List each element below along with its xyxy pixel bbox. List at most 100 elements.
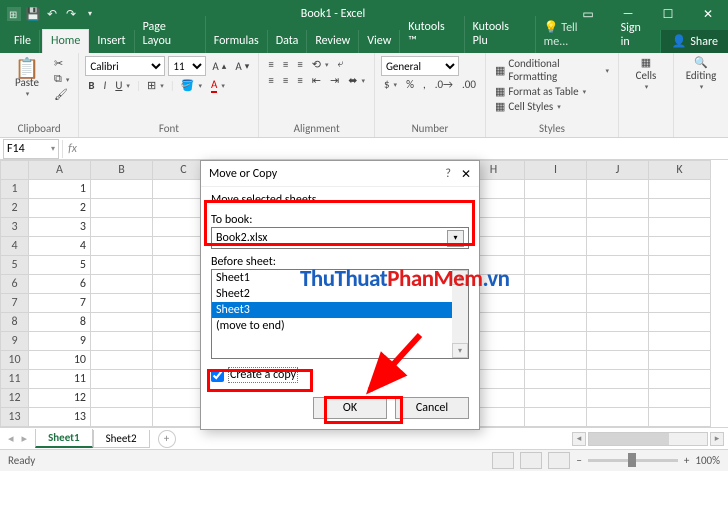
tab-home[interactable]: Home bbox=[42, 29, 89, 53]
row-header[interactable]: 6 bbox=[1, 275, 29, 294]
cell[interactable]: 4 bbox=[29, 237, 91, 256]
row-header[interactable]: 7 bbox=[1, 294, 29, 313]
sheet-nav-next[interactable]: ▸ bbox=[22, 432, 28, 445]
page-layout-view[interactable] bbox=[520, 452, 542, 469]
cell[interactable] bbox=[525, 275, 587, 294]
tab-view[interactable]: View bbox=[359, 30, 400, 53]
cell[interactable] bbox=[91, 389, 153, 408]
cell[interactable] bbox=[587, 199, 649, 218]
dialog-help-button[interactable]: ? bbox=[445, 167, 451, 181]
cell[interactable]: 12 bbox=[29, 389, 91, 408]
tell-me[interactable]: 💡 Tell me... bbox=[536, 16, 613, 53]
cell[interactable] bbox=[587, 389, 649, 408]
cell[interactable]: 9 bbox=[29, 332, 91, 351]
list-item[interactable]: Sheet2 bbox=[212, 286, 468, 302]
close-button[interactable]: ✕ bbox=[688, 0, 728, 28]
editing-button[interactable]: 🔍Editing▾ bbox=[680, 56, 722, 91]
cell[interactable] bbox=[587, 408, 649, 427]
cell[interactable] bbox=[649, 389, 711, 408]
sign-in[interactable]: Sign in bbox=[613, 17, 661, 53]
cell[interactable] bbox=[649, 408, 711, 427]
share-button[interactable]: 👤Share bbox=[660, 30, 728, 53]
cell[interactable] bbox=[649, 218, 711, 237]
cell[interactable] bbox=[91, 313, 153, 332]
cell[interactable] bbox=[649, 275, 711, 294]
cell[interactable] bbox=[525, 218, 587, 237]
cell[interactable] bbox=[525, 351, 587, 370]
decrease-indent[interactable]: ⇤ bbox=[309, 73, 324, 88]
row-header[interactable]: 12 bbox=[1, 389, 29, 408]
list-item[interactable]: Sheet1 bbox=[212, 270, 468, 286]
cell[interactable] bbox=[91, 180, 153, 199]
cell[interactable] bbox=[91, 408, 153, 427]
tab-formulas[interactable]: Formulas bbox=[206, 30, 268, 53]
column-header[interactable]: K bbox=[649, 161, 711, 180]
cell[interactable]: 7 bbox=[29, 294, 91, 313]
page-break-view[interactable] bbox=[548, 452, 570, 469]
font-size-select[interactable]: 11 bbox=[168, 56, 206, 76]
cell[interactable] bbox=[587, 332, 649, 351]
zoom-level[interactable]: 100% bbox=[695, 454, 720, 467]
scroll-right[interactable]: ▸ bbox=[710, 432, 724, 446]
cut-button[interactable]: ✂ bbox=[51, 56, 72, 71]
cell[interactable]: 3 bbox=[29, 218, 91, 237]
cell[interactable] bbox=[525, 332, 587, 351]
cell[interactable]: 6 bbox=[29, 275, 91, 294]
cell[interactable] bbox=[525, 389, 587, 408]
cell[interactable] bbox=[587, 370, 649, 389]
before-sheet-list[interactable]: Sheet1 Sheet2 Sheet3 (move to end) ▴▾ bbox=[211, 269, 469, 359]
save-icon[interactable]: 💾 bbox=[25, 6, 41, 22]
tab-insert[interactable]: Insert bbox=[89, 30, 134, 53]
column-header[interactable]: B bbox=[91, 161, 153, 180]
cell[interactable] bbox=[649, 351, 711, 370]
copy-button[interactable]: ⧉▾ bbox=[51, 71, 72, 87]
number-format-select[interactable]: General bbox=[381, 56, 459, 76]
cell[interactable] bbox=[525, 294, 587, 313]
cell[interactable] bbox=[587, 313, 649, 332]
list-item[interactable]: Sheet3 bbox=[212, 302, 468, 318]
row-header[interactable]: 1 bbox=[1, 180, 29, 199]
cell[interactable]: 10 bbox=[29, 351, 91, 370]
scroll-left[interactable]: ◂ bbox=[572, 432, 586, 446]
sheet-nav-prev[interactable]: ◂ bbox=[8, 432, 14, 445]
create-copy-checkbox[interactable]: Create a copy bbox=[211, 367, 469, 383]
align-bottom[interactable]: ≡ bbox=[294, 57, 305, 72]
paste-button[interactable]: 📋 Paste ▾ bbox=[6, 60, 48, 98]
tab-kutools[interactable]: Kutools ™ bbox=[400, 16, 464, 53]
conditional-formatting[interactable]: ▦ Conditional Formatting▾ bbox=[492, 56, 612, 84]
fill-color-button[interactable]: 🪣▾ bbox=[178, 78, 205, 93]
borders-button[interactable]: ⊞▾ bbox=[144, 78, 167, 93]
cell[interactable] bbox=[649, 370, 711, 389]
cell[interactable] bbox=[587, 256, 649, 275]
cell[interactable] bbox=[649, 256, 711, 275]
tab-data[interactable]: Data bbox=[268, 30, 308, 53]
cell[interactable] bbox=[91, 275, 153, 294]
row-header[interactable]: 3 bbox=[1, 218, 29, 237]
font-color-button[interactable]: A▾ bbox=[208, 77, 228, 94]
cell[interactable] bbox=[525, 237, 587, 256]
sheet-tab-1[interactable]: Sheet1 bbox=[35, 429, 93, 448]
column-header[interactable]: A bbox=[29, 161, 91, 180]
cell[interactable] bbox=[525, 199, 587, 218]
cell[interactable] bbox=[649, 313, 711, 332]
increase-decimal[interactable]: .0→ bbox=[432, 77, 456, 92]
qat-customize-icon[interactable]: ▾ bbox=[82, 6, 98, 22]
row-header[interactable]: 11 bbox=[1, 370, 29, 389]
row-header[interactable]: 10 bbox=[1, 351, 29, 370]
cell[interactable]: 13 bbox=[29, 408, 91, 427]
fx-button[interactable]: fx bbox=[62, 140, 82, 158]
row-header[interactable]: 4 bbox=[1, 237, 29, 256]
cell[interactable] bbox=[525, 313, 587, 332]
cell[interactable] bbox=[587, 351, 649, 370]
format-as-table[interactable]: ▦ Format as Table▾ bbox=[492, 84, 612, 99]
cell[interactable] bbox=[525, 408, 587, 427]
wrap-text[interactable]: ⤶ bbox=[335, 56, 347, 72]
cell[interactable] bbox=[649, 199, 711, 218]
cell[interactable] bbox=[587, 275, 649, 294]
column-header[interactable]: J bbox=[587, 161, 649, 180]
row-header[interactable]: 8 bbox=[1, 313, 29, 332]
font-name-select[interactable]: Calibri bbox=[85, 56, 165, 76]
percent-format[interactable]: % bbox=[403, 77, 417, 92]
row-header[interactable]: 5 bbox=[1, 256, 29, 275]
cell[interactable] bbox=[587, 218, 649, 237]
